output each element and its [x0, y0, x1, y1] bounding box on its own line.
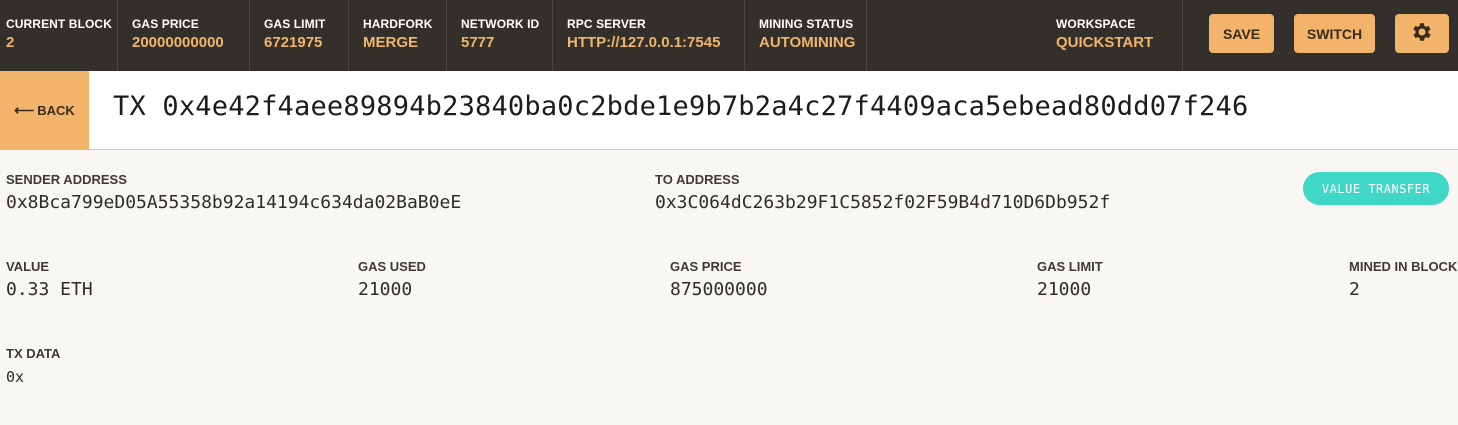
- stat-value: 6721975: [264, 34, 323, 51]
- gas-limit-field: GAS LIMIT 21000: [1037, 259, 1103, 301]
- transaction-header: ⟵ BACK TX 0x4e42f4aee89894b23840ba0c2bde…: [0, 71, 1458, 150]
- stat-value: AUTOMINING: [759, 34, 856, 51]
- save-button[interactable]: SAVE: [1209, 14, 1274, 53]
- to-address-label: TO ADDRESS: [655, 172, 740, 187]
- gas-used-field: GAS USED 21000: [358, 259, 426, 301]
- gas-used-label: GAS USED: [358, 259, 426, 274]
- settings-button[interactable]: [1395, 14, 1449, 53]
- sender-address-field: SENDER ADDRESS 0x8Bca799eD05A55358b92a14…: [6, 172, 461, 214]
- value-label: VALUE: [6, 259, 50, 274]
- to-address-value: 0x3C064dC263b29F1C5852f02F59B4d710D6Db95…: [655, 192, 1111, 213]
- stat-rpc-server: RPC SERVER HTTP://127.0.0.1:7545: [553, 0, 745, 71]
- workspace-name: QUICKSTART: [1056, 34, 1154, 51]
- sender-address-value: 0x8Bca799eD05A55358b92a14194c634da02BaB0…: [6, 192, 462, 213]
- stat-label: CURRENT BLOCK: [6, 17, 112, 31]
- status-bar: CURRENT BLOCK 2 GAS PRICE 20000000000 GA…: [0, 0, 1458, 71]
- mined-in-block-label: MINED IN BLOCK: [1349, 259, 1458, 274]
- stat-current-block: CURRENT BLOCK 2: [0, 0, 118, 71]
- value-field: VALUE 0.33 ETH: [6, 259, 93, 301]
- gas-price-value: 875000000: [670, 279, 768, 300]
- tx-data-field: TX DATA 0x: [6, 346, 60, 388]
- mined-in-block-field: MINED IN BLOCK 2: [1349, 259, 1457, 301]
- tx-data-label: TX DATA: [6, 346, 61, 361]
- back-label: BACK: [37, 103, 75, 118]
- workspace-label: WORKSPACE: [1056, 17, 1136, 31]
- stat-label: GAS PRICE: [132, 17, 199, 31]
- gas-used-value: 21000: [358, 279, 413, 300]
- gear-icon: [1410, 20, 1434, 47]
- stat-hardfork: HARDFORK MERGE: [349, 0, 447, 71]
- workspace-info: WORKSPACE QUICKSTART: [1042, 0, 1183, 71]
- stat-network-id: NETWORK ID 5777: [447, 0, 553, 71]
- gas-limit-value: 21000: [1037, 279, 1092, 300]
- stat-value: 20000000000: [132, 34, 224, 51]
- gas-limit-label: GAS LIMIT: [1037, 259, 1103, 274]
- tx-type-badge: VALUE TRANSFER: [1303, 172, 1449, 205]
- stat-label: RPC SERVER: [567, 17, 646, 31]
- stat-value: HTTP://127.0.0.1:7545: [567, 34, 721, 51]
- stat-value: 5777: [461, 34, 495, 51]
- back-button[interactable]: ⟵ BACK: [0, 71, 89, 150]
- sender-address-label: SENDER ADDRESS: [6, 172, 127, 187]
- gas-price-label: GAS PRICE: [670, 259, 742, 274]
- mined-in-block-value: 2: [1349, 279, 1360, 300]
- stat-value: MERGE: [363, 34, 419, 51]
- stat-label: HARDFORK: [363, 17, 433, 31]
- stat-gas-price: GAS PRICE 20000000000: [118, 0, 250, 71]
- to-address-field: TO ADDRESS 0x3C064dC263b29F1C5852f02F59B…: [655, 172, 1110, 214]
- page-title: TX 0x4e42f4aee89894b23840ba0c2bde1e9b7b2…: [113, 91, 1249, 122]
- switch-button[interactable]: SWITCH: [1294, 14, 1375, 53]
- value-amount: 0.33 ETH: [6, 279, 93, 300]
- stat-mining-status: MINING STATUS AUTOMINING: [745, 0, 867, 71]
- tx-data-value: 0x: [6, 368, 25, 386]
- stat-label: MINING STATUS: [759, 17, 854, 31]
- stat-label: NETWORK ID: [461, 17, 540, 31]
- stat-gas-limit: GAS LIMIT 6721975: [250, 0, 349, 71]
- gas-price-field: GAS PRICE 875000000: [670, 259, 768, 301]
- stat-value: 2: [6, 34, 15, 51]
- stat-label: GAS LIMIT: [264, 17, 326, 31]
- arrow-left-icon: ⟵: [14, 102, 35, 118]
